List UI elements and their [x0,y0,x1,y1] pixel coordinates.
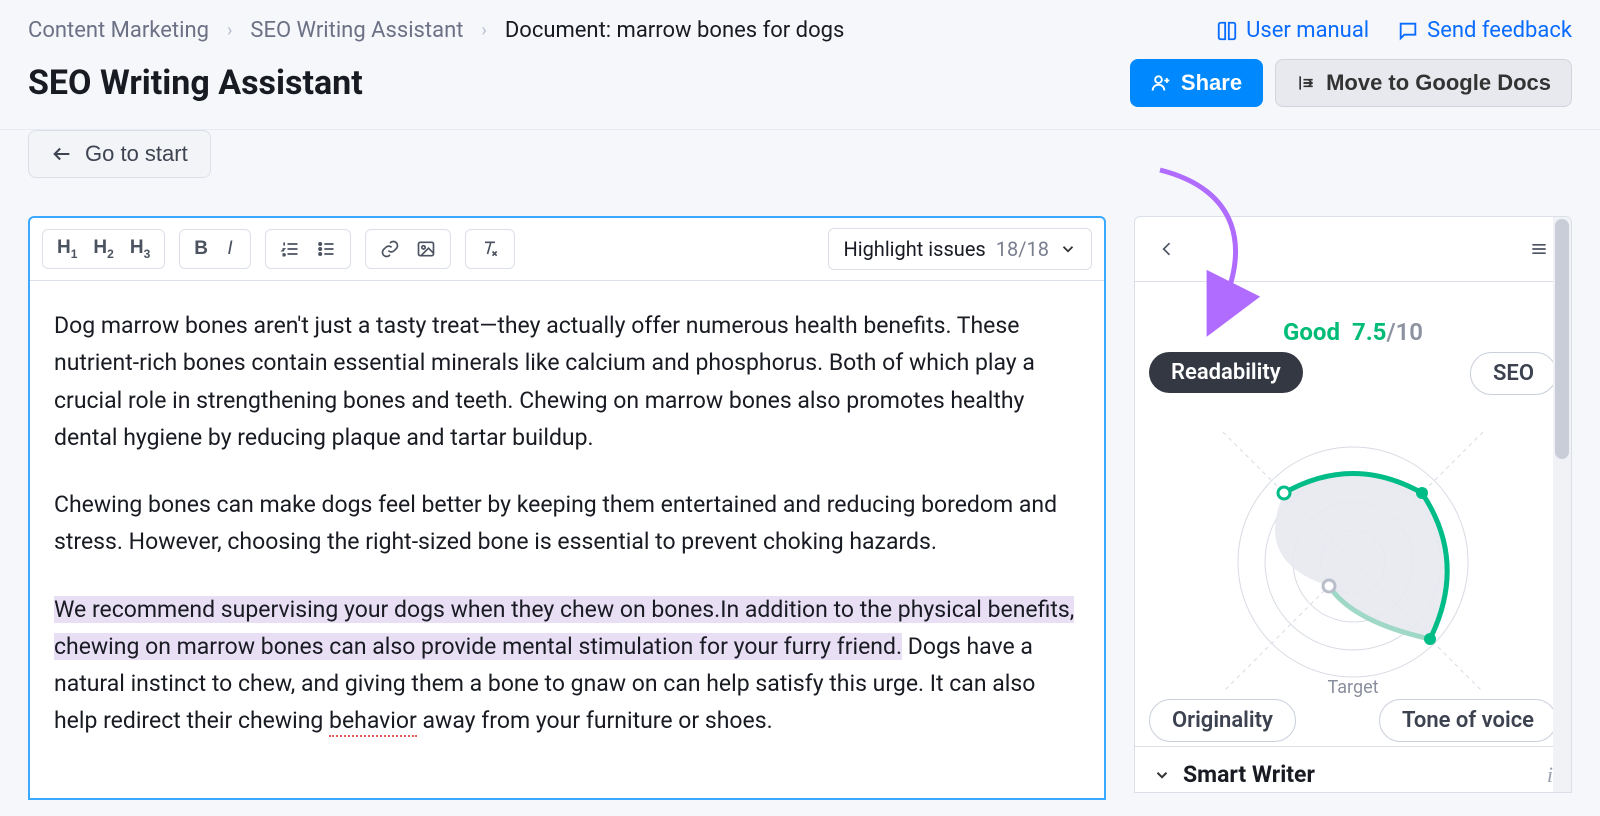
share-button[interactable]: Share [1130,59,1263,107]
share-label: Share [1181,70,1242,96]
heading2-button[interactable]: H2 [85,234,121,264]
send-feedback-link[interactable]: Send feedback [1397,18,1572,43]
panel-menu-button[interactable] [1521,234,1557,264]
arrow-left-icon [51,143,73,165]
paragraph: Dog marrow bones aren't just a tasty tre… [54,307,1080,456]
seo-pill[interactable]: SEO [1470,352,1557,395]
book-icon [1216,20,1238,42]
go-to-start-label: Go to start [85,141,188,167]
score-label: Good [1283,318,1340,346]
radar-chart: Readability SEO Originality Tone of voic… [1135,346,1571,746]
chat-icon [1397,20,1419,42]
move-to-docs-button[interactable]: Move to Google Docs [1275,59,1572,107]
originality-pill[interactable]: Originality [1149,699,1296,742]
target-label: Target [1327,677,1378,698]
heading3-button[interactable]: H3 [122,234,158,264]
bold-button[interactable]: B [186,234,216,264]
tone-of-voice-pill[interactable]: Tone of voice [1379,699,1557,742]
chevron-right-icon: › [481,20,486,41]
ordered-list-button[interactable] [272,234,308,264]
highlight-issues-label: Highlight issues [843,237,985,261]
breadcrumb-current: Document: marrow bones for dogs [505,18,845,43]
issues-total: 18 [1027,237,1049,261]
spellcheck-underline[interactable]: behavior [329,707,417,734]
chevron-right-icon: › [227,20,232,41]
user-manual-label: User manual [1246,18,1369,43]
overall-score: Good 7.5/10 [1135,318,1571,346]
breadcrumb-root[interactable]: Content Marketing [28,18,209,43]
issues-current: 18 [996,237,1018,261]
export-icon [1296,73,1316,93]
highlight-issues-dropdown[interactable]: Highlight issues 18/18 [828,228,1092,270]
paragraph: Chewing bones can make dogs feel better … [54,486,1080,561]
send-feedback-label: Send feedback [1427,18,1572,43]
smart-writer-label: Smart Writer [1183,761,1315,788]
go-to-start-button[interactable]: Go to start [28,130,211,178]
editor-toolbar: H1 H2 H3 B I [30,218,1104,281]
panel-back-button[interactable] [1149,234,1185,264]
quality-panel: Good 7.5/10 Readability SEO Originality … [1134,216,1572,793]
document-body[interactable]: Dog marrow bones aren't just a tasty tre… [30,281,1104,798]
chevron-down-icon [1153,766,1171,784]
readability-pill[interactable]: Readability [1149,352,1303,393]
editor: H1 H2 H3 B I [28,216,1106,800]
score-max: /10 [1386,318,1423,346]
smart-writer-section[interactable]: Smart Writer i [1135,746,1571,793]
radar-svg [1213,422,1493,702]
score-value: 7.5 [1352,318,1387,346]
user-manual-link[interactable]: User manual [1216,18,1369,43]
clear-formatting-button[interactable] [472,234,508,264]
scrollbar-track[interactable] [1553,217,1571,792]
breadcrumb-tool[interactable]: SEO Writing Assistant [250,18,463,43]
paragraph: We recommend supervising your dogs when … [54,591,1080,740]
heading1-button[interactable]: H1 [49,234,85,264]
scrollbar-thumb[interactable] [1555,219,1569,459]
link-button[interactable] [372,234,408,264]
image-button[interactable] [408,234,444,264]
text-run: away from your furniture or shoes. [417,707,773,734]
person-plus-icon [1151,73,1171,93]
move-to-docs-label: Move to Google Docs [1326,70,1551,96]
chevron-down-icon [1059,240,1077,258]
italic-button[interactable]: I [216,234,244,264]
page-title: SEO Writing Assistant [28,63,363,103]
unordered-list-button[interactable] [308,234,344,264]
